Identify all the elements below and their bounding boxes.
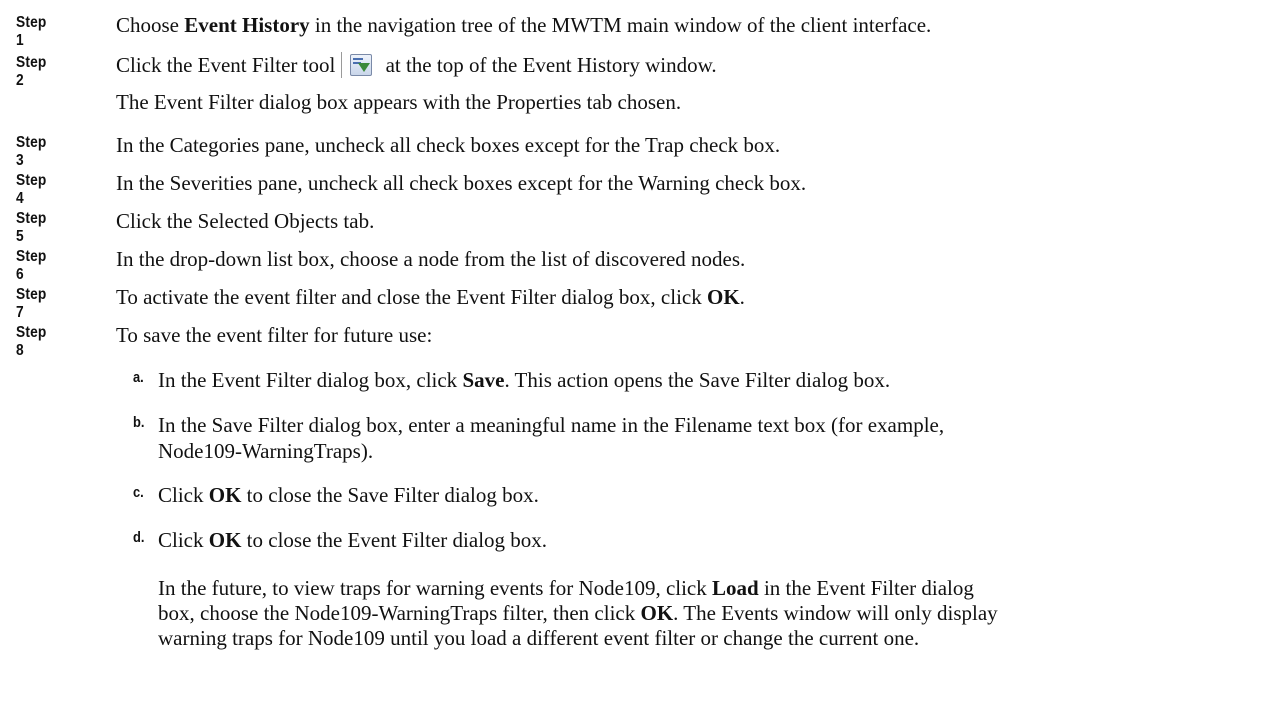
text-run: Click the Event Filter tool — [116, 53, 336, 77]
text-run: . This action opens the Save Filter dial… — [504, 368, 891, 392]
bold-term: Event History — [184, 13, 310, 37]
text-run: Click — [158, 483, 209, 507]
text-run: In the future, to view traps for warning… — [158, 576, 712, 600]
step-text: To activate the event filter and close t… — [116, 284, 1266, 310]
text-run: at the top of the Event History window. — [380, 53, 717, 77]
step-text: Click the Event Filter tool at the top o… — [116, 52, 1266, 78]
step-text: In the Categories pane, uncheck all chec… — [116, 133, 781, 157]
final-note-line-3: warning traps for Node109 until you load… — [158, 626, 920, 650]
final-note-line-2: box, choose the Node109-WarningTraps fil… — [158, 601, 1268, 626]
event-filter-icon — [341, 52, 376, 78]
text-run: to close the Save Filter dialog box. — [241, 483, 539, 507]
step-label: Step 3 — [16, 134, 47, 169]
substep-text-line-1: In the Save Filter dialog box, enter a m… — [158, 413, 945, 437]
text-run: Click — [158, 528, 209, 552]
text-run: Choose — [116, 13, 185, 37]
text-run: to close the Event Filter dialog box. — [241, 528, 548, 552]
bold-term: OK — [707, 285, 740, 309]
substep-label: a. — [133, 369, 144, 386]
bold-term: OK — [640, 601, 674, 625]
final-note-line-1: In the future, to view traps for warning… — [158, 576, 1268, 601]
step-note: The Event Filter dialog box appears with… — [116, 90, 682, 114]
substep-text: Click OK to close the Event Filter dialo… — [158, 527, 1268, 553]
bold-term: OK — [208, 528, 242, 552]
bold-term: Load — [712, 576, 759, 600]
text-run: In the Event Filter dialog box, click — [158, 368, 463, 392]
text-run: in the Event Filter dialog — [758, 576, 974, 600]
substep-text-line-2: Node109-WarningTraps). — [158, 439, 374, 463]
bold-term: Save — [462, 368, 505, 392]
step-label: Step 1 — [16, 14, 47, 49]
step-label: Step 5 — [16, 210, 47, 245]
step-label: Step 7 — [16, 286, 47, 321]
step-text: In the drop-down list box, choose a node… — [116, 247, 746, 271]
procedure-document: Step 1 Choose Event History in the navig… — [0, 0, 1277, 719]
substep-text: In the Event Filter dialog box, click Sa… — [158, 367, 1268, 393]
step-label: Step 6 — [16, 248, 47, 283]
step-text: To save the event filter for future use: — [116, 323, 433, 347]
substep-label: d. — [133, 529, 145, 546]
step-text: Choose Event History in the navigation t… — [116, 12, 1266, 38]
step-label: Step 8 — [16, 324, 47, 359]
step-text: In the Severities pane, uncheck all chec… — [116, 171, 807, 195]
step-label: Step 4 — [16, 172, 47, 207]
substep-label: b. — [133, 414, 145, 431]
step-label: Step 2 — [16, 54, 47, 89]
text-run: . — [739, 285, 745, 309]
text-run: To activate the event filter and close t… — [116, 285, 707, 309]
text-run: box, choose the Node109-WarningTraps fil… — [158, 601, 641, 625]
bold-term: OK — [208, 483, 242, 507]
text-run: in the navigation tree of the MWTM main … — [309, 13, 932, 37]
substep-label: c. — [133, 484, 144, 501]
text-run: . The Events window will only display — [673, 601, 998, 625]
step-text: Click the Selected Objects tab. — [116, 209, 375, 233]
substep-text: Click OK to close the Save Filter dialog… — [158, 482, 1268, 508]
